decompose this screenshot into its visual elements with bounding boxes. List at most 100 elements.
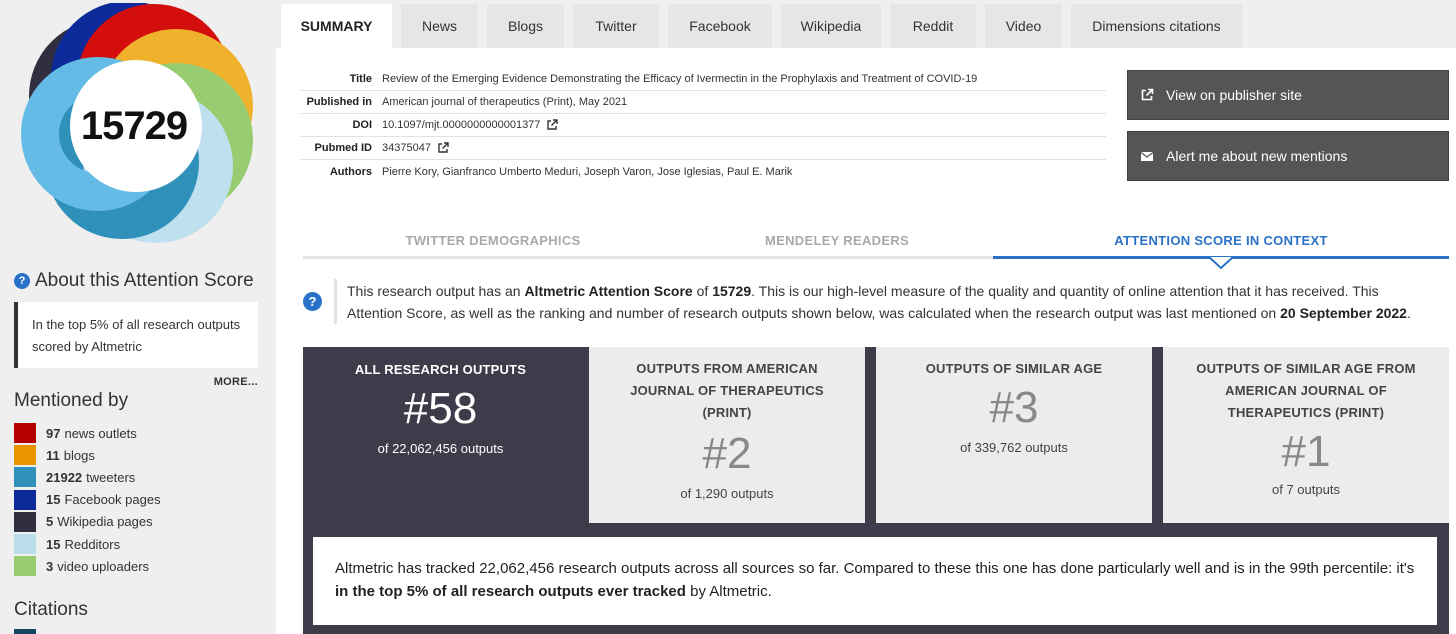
tweeters-swatch [14, 467, 36, 488]
detail-authors-row: Authors Pierre Kory, Gianfranco Umberto … [300, 160, 1106, 183]
summary-text: Altmetric has tracked 22,062,456 researc… [335, 560, 1415, 577]
pubmed-label: Pubmed ID [314, 142, 372, 154]
view-publisher-label: View on publisher site [1166, 87, 1302, 103]
envelope-icon [1140, 152, 1154, 161]
card-title: OUTPUTS FROM AMERICAN JOURNAL OF THERAPE… [630, 361, 824, 420]
mention-label: tweeters [86, 469, 136, 485]
tab-video[interactable]: Video [985, 4, 1062, 48]
about-score-box: In the top 5% of all research outputs sc… [14, 302, 258, 368]
alert-mentions-button[interactable]: Alert me about new mentions [1127, 131, 1449, 181]
pubmed-link[interactable]: 34375047 [372, 142, 449, 154]
reddit-swatch [14, 534, 36, 555]
mention-facebook[interactable]: 15 Facebook pages [14, 489, 161, 511]
context-bold: Altmetric Attention Score [524, 283, 693, 299]
active-tab-pointer [1209, 257, 1233, 269]
mention-blogs[interactable]: 11 blogs [14, 444, 161, 466]
ranking-summary: Altmetric has tracked 22,062,456 researc… [313, 537, 1437, 625]
mention-label: video uploaders [57, 558, 150, 574]
published-label: Published in [306, 96, 372, 108]
context-text: This research output has an [347, 283, 525, 299]
card-title: ALL RESEARCH OUTPUTS [354, 362, 527, 377]
detail-doi-row: DOI 10.1097/mjt.0000000000001377 [300, 114, 1106, 137]
mention-news[interactable]: 97 news outlets [14, 422, 161, 444]
authors-value: Pierre Kory, Gianfranco Umberto Meduri, … [382, 165, 793, 178]
card-title: OUTPUTS OF SIMILAR AGE FROM AMERICAN JOU… [1196, 361, 1416, 420]
subtab-twitter-demographics[interactable]: TWITTER DEMOGRAPHICS [303, 224, 683, 257]
doi-value[interactable]: 10.1097/mjt.0000000000001377 [382, 119, 540, 131]
tab-facebook[interactable]: Facebook [668, 4, 772, 48]
mention-list: 97 news outlets 11 blogs 21922 tweeters … [14, 422, 161, 577]
more-link[interactable]: MORE... [214, 376, 258, 388]
mention-label: Wikipedia pages [57, 514, 153, 530]
card-rank: #58 [403, 384, 478, 433]
mention-label: blogs [63, 447, 95, 463]
external-link-icon [1141, 88, 1154, 101]
card-title: OUTPUTS OF SIMILAR AGE [925, 361, 1103, 376]
card-similar-age[interactable]: OUTPUTS OF SIMILAR AGE #3 of 339,762 out… [876, 347, 1152, 523]
card-similar-age-journal[interactable]: OUTPUTS OF SIMILAR AGE FROM AMERICAN JOU… [1163, 347, 1449, 523]
altmetric-donut[interactable]: 15729 [8, 1, 264, 249]
citations-heading: Citations [14, 599, 88, 620]
mention-tweeters[interactable]: 21922 tweeters [14, 466, 161, 488]
mention-label: Facebook pages [64, 492, 161, 508]
mention-reddit[interactable]: 15 Redditors [14, 533, 161, 555]
summary-text: by Altmetric. [685, 583, 772, 600]
blogs-swatch [14, 445, 36, 466]
question-icon[interactable]: ? [14, 273, 30, 289]
mention-wikipedia[interactable]: 5 Wikipedia pages [14, 511, 161, 533]
card-rank: #3 [989, 383, 1039, 432]
context-text: . [1406, 305, 1411, 321]
summary-bold: in the top 5% of all research outputs ev… [335, 583, 686, 600]
mention-label: Redditors [64, 536, 121, 552]
tab-twitter[interactable]: Twitter [573, 4, 659, 48]
mention-label: news outlets [64, 425, 137, 441]
subtab-attention-context[interactable]: ATTENTION SCORE IN CONTEXT [993, 224, 1449, 257]
mention-count: 11 [46, 447, 60, 463]
news-swatch [14, 423, 36, 444]
context-text: of [692, 283, 713, 299]
context-help-icon[interactable]: ? [303, 292, 322, 311]
context-description: This research output has an Altmetric At… [334, 279, 1434, 324]
mention-video[interactable]: 3 video uploaders [14, 555, 161, 577]
article-details: Title Review of the Emerging Evidence De… [300, 68, 1106, 183]
doi-link[interactable]: 10.1097/mjt.0000000000001377 [372, 119, 559, 131]
tab-dimensions-citations[interactable]: Dimensions citations [1071, 4, 1242, 48]
tab-wikipedia[interactable]: Wikipedia [781, 4, 881, 48]
external-link-icon[interactable] [437, 142, 449, 154]
tab-blogs[interactable]: Blogs [487, 4, 564, 48]
tab-reddit[interactable]: Reddit [890, 4, 976, 48]
card-subtitle: of 1,290 outputs [680, 486, 774, 501]
card-rank: #1 [1281, 427, 1331, 476]
external-link-icon[interactable] [546, 119, 559, 131]
sidebar: 15729 ? About this Attention Score In th… [0, 0, 276, 634]
tab-news[interactable]: News [401, 4, 478, 48]
mention-count: 3 [46, 558, 54, 574]
title-label: Title [349, 73, 372, 85]
citations-swatch [14, 629, 36, 634]
alert-mentions-label: Alert me about new mentions [1166, 148, 1348, 164]
published-value: American journal of therapeutics (Print)… [382, 96, 628, 108]
tab-summary[interactable]: SUMMARY [281, 4, 392, 48]
mention-count: 15 [46, 492, 61, 508]
subtab-underline [303, 256, 993, 259]
detail-title-row: Title Review of the Emerging Evidence De… [300, 68, 1106, 91]
mention-count: 97 [46, 425, 61, 441]
context-date: 20 September 2022 [1280, 305, 1407, 321]
context-score: 15729 [712, 283, 752, 299]
title-value: Review of the Emerging Evidence Demonstr… [382, 73, 978, 85]
subtab-mendeley-readers[interactable]: MENDELEY READERS [683, 224, 991, 257]
video-swatch [14, 556, 36, 577]
view-publisher-button[interactable]: View on publisher site [1127, 70, 1449, 120]
attention-score: 15729 [80, 103, 188, 148]
detail-published-row: Published in American journal of therape… [300, 91, 1106, 114]
about-score-heading[interactable]: ? About this Attention Score [14, 270, 254, 292]
facebook-swatch [14, 489, 36, 510]
pubmed-value[interactable]: 34375047 [382, 142, 431, 154]
authors-label: Authors [329, 165, 372, 178]
doi-label: DOI [352, 119, 372, 131]
mentioned-by-heading: Mentioned by [14, 390, 129, 411]
card-all-research-outputs[interactable]: ALL RESEARCH OUTPUTS #58 of 22,062,456 o… [303, 347, 578, 523]
card-journal-outputs[interactable]: OUTPUTS FROM AMERICAN JOURNAL OF THERAPE… [589, 347, 865, 523]
card-subtitle: of 339,762 outputs [960, 440, 1068, 455]
wikipedia-swatch [14, 511, 36, 532]
